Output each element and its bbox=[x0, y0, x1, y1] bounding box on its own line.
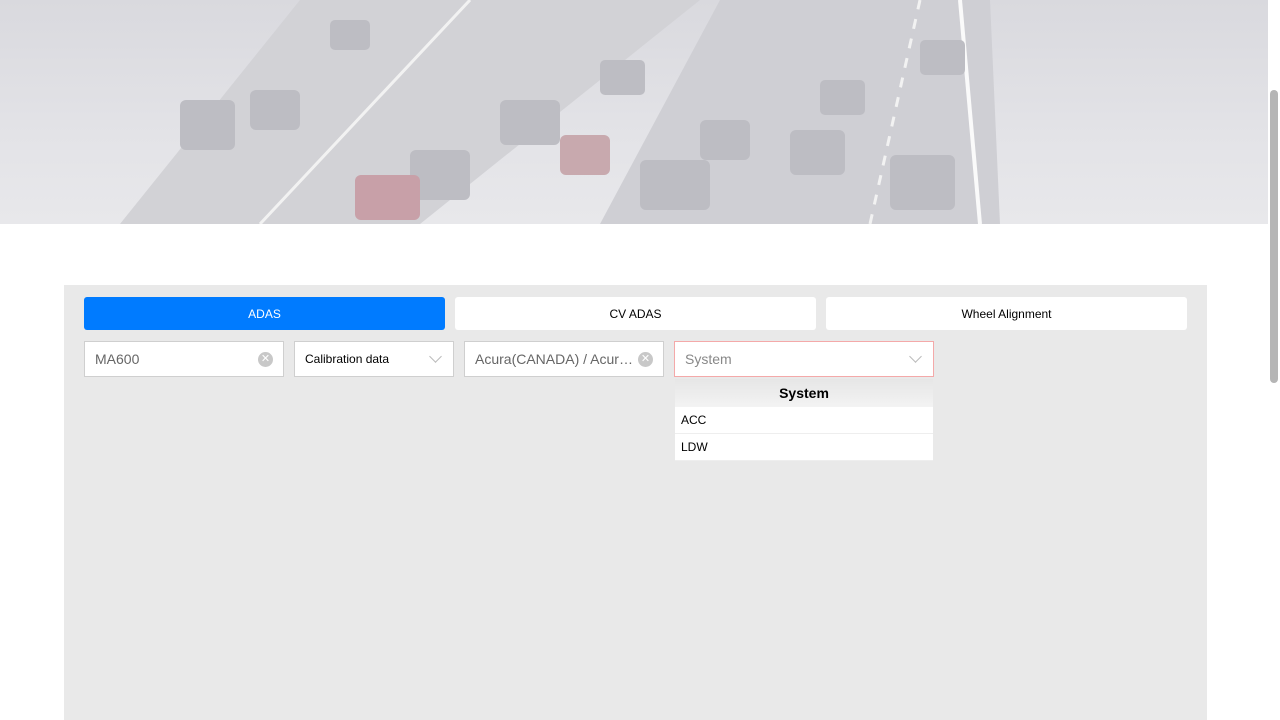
system-select[interactable]: System bbox=[674, 341, 934, 377]
traffic-illustration bbox=[120, 0, 1000, 224]
calibration-panel: ADAS CV ADAS Wheel Alignment MA600 ✕ Cal… bbox=[64, 285, 1207, 720]
tab-wheel-alignment[interactable]: Wheel Alignment bbox=[826, 297, 1187, 330]
clear-icon[interactable]: ✕ bbox=[638, 351, 653, 367]
chevron-down-icon bbox=[909, 350, 922, 363]
clear-icon[interactable]: ✕ bbox=[258, 351, 273, 367]
system-option-ldw[interactable]: LDW bbox=[675, 434, 933, 461]
data-type-value: Calibration data bbox=[305, 352, 390, 366]
tab-adas[interactable]: ADAS bbox=[84, 297, 445, 330]
system-dropdown-header: System bbox=[675, 379, 933, 407]
data-type-select[interactable]: Calibration data bbox=[294, 341, 454, 377]
vehicle-value: Acura(CANADA) / Acura... bbox=[475, 351, 638, 367]
tab-cv-adas[interactable]: CV ADAS bbox=[455, 297, 816, 330]
vehicle-select[interactable]: Acura(CANADA) / Acura... ✕ bbox=[464, 341, 664, 377]
system-option-acc[interactable]: ACC bbox=[675, 407, 933, 434]
device-select[interactable]: MA600 ✕ bbox=[84, 341, 284, 377]
page-scrollbar[interactable] bbox=[1268, 0, 1280, 720]
chevron-down-icon bbox=[429, 350, 442, 363]
system-dropdown: System ACC LDW bbox=[675, 379, 933, 461]
hero-banner-traffic-image bbox=[0, 0, 1268, 224]
system-placeholder: System bbox=[685, 351, 732, 367]
scrollbar-thumb[interactable] bbox=[1270, 90, 1278, 383]
device-value: MA600 bbox=[95, 351, 140, 367]
